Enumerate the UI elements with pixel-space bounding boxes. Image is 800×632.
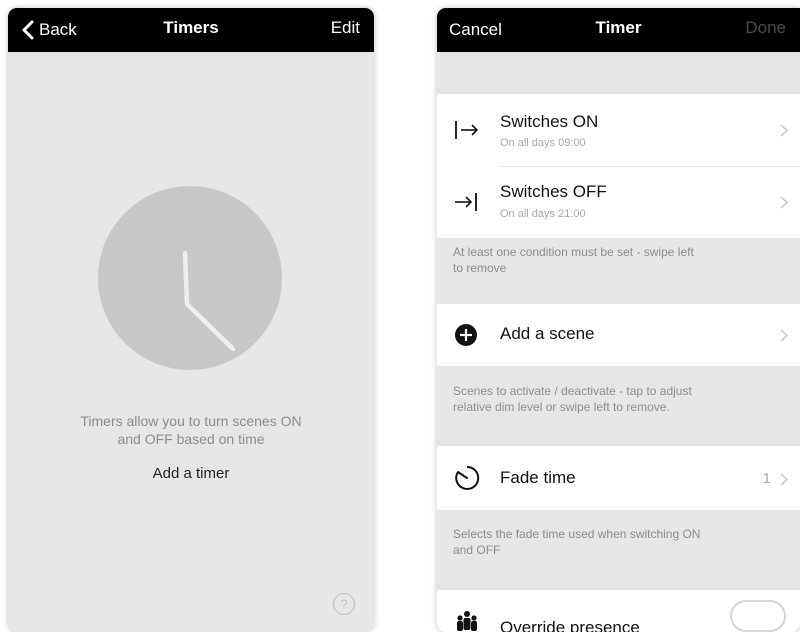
note-line: Scenes to activate / deactivate - tap to… (453, 384, 692, 398)
arrow-into-bar-icon (455, 193, 477, 211)
timer-editor-screen: Cancel Timer Done Switches ON On all day… (437, 8, 800, 632)
row-subtitle: On all days 21:00 (500, 208, 586, 220)
back-label: Back (39, 20, 77, 39)
timer-icon (455, 465, 480, 490)
conditions-group: Switches ON On all days 09:00 Switches O… (437, 94, 800, 238)
timer-navbar: Cancel Timer Done (437, 8, 800, 52)
arrow-to-bar-icon (455, 121, 479, 139)
note-line: to remove (453, 261, 507, 275)
empty-state-line: Timers allow you to turn scenes ON (80, 413, 302, 429)
switches-off-row[interactable]: Switches OFF On all days 21:00 (437, 166, 800, 238)
clock-icon (98, 186, 282, 370)
edit-button[interactable]: Edit (331, 8, 360, 52)
chevron-right-icon (780, 473, 788, 486)
help-symbol: ? (340, 597, 347, 612)
note-line: At least one condition must be set - swi… (453, 245, 694, 259)
back-button[interactable]: Back (20, 8, 77, 52)
fade-note: Selects the fade time used when switchin… (453, 526, 786, 558)
fade-time-value: 1 (762, 470, 771, 487)
row-title: Switches OFF (500, 182, 607, 201)
cancel-button[interactable]: Cancel (449, 8, 502, 52)
chevron-right-icon (780, 196, 788, 209)
note-line: and OFF (453, 543, 501, 557)
empty-state-line: and OFF based on time (117, 431, 265, 447)
timers-navbar: Back Timers Edit (8, 8, 374, 52)
scenes-note: Scenes to activate / deactivate - tap to… (453, 383, 786, 415)
conditions-note: At least one condition must be set - swi… (453, 244, 786, 276)
override-presence-toggle[interactable] (730, 600, 786, 632)
override-presence-label: Override presence (500, 618, 640, 632)
done-button[interactable]: Done (745, 8, 786, 52)
row-title: Switches ON (500, 112, 599, 131)
chevron-right-icon (780, 124, 788, 137)
note-line: relative dim level or swipe left to remo… (453, 400, 670, 414)
note-line: Selects the fade time used when switchin… (453, 527, 701, 541)
add-timer-button[interactable]: Add a timer (8, 465, 374, 482)
chevron-left-icon (22, 20, 34, 40)
people-icon (457, 611, 477, 631)
chevron-right-icon (780, 329, 788, 342)
switches-on-row[interactable]: Switches ON On all days 09:00 (437, 94, 800, 166)
add-scene-label: Add a scene (500, 324, 595, 343)
fade-time-label: Fade time (500, 468, 576, 487)
add-scene-row[interactable]: Add a scene (437, 304, 800, 366)
empty-state-message: Timers allow you to turn scenes ON and O… (28, 412, 354, 448)
plus-circle-icon (455, 324, 477, 346)
override-presence-row[interactable]: Override presence (437, 590, 800, 632)
row-subtitle: On all days 09:00 (500, 137, 586, 149)
fade-time-row[interactable]: Fade time 1 (437, 446, 800, 510)
help-icon[interactable]: ? (332, 592, 356, 616)
timers-screen: Back Timers Edit Timers allow you to tur… (8, 8, 374, 632)
